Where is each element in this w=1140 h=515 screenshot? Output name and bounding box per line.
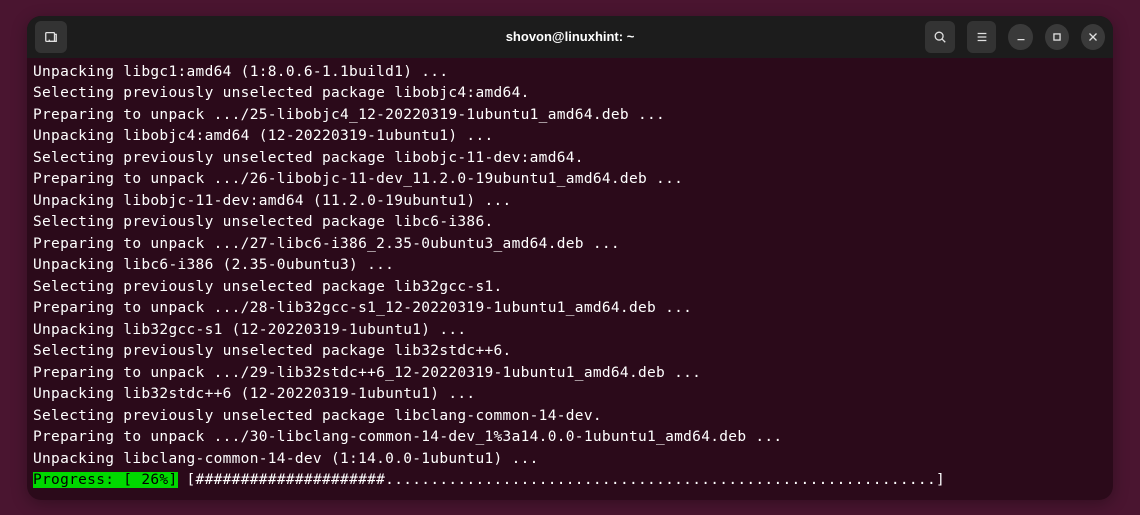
- terminal-line: Preparing to unpack .../26-libobjc-11-de…: [33, 169, 1107, 191]
- terminal-line: Preparing to unpack .../27-libc6-i386_2.…: [33, 234, 1107, 256]
- titlebar: shovon@linuxhint: ~: [27, 16, 1113, 58]
- terminal-line: Preparing to unpack .../29-lib32stdc++6_…: [33, 363, 1107, 385]
- new-tab-icon: [44, 30, 58, 44]
- progress-label: Progress:: [33, 472, 114, 488]
- terminal-line: Selecting previously unselected package …: [33, 148, 1107, 170]
- terminal-window: shovon@linuxhint: ~: [27, 16, 1113, 500]
- terminal-line: Selecting previously unselected package …: [33, 212, 1107, 234]
- terminal-line: Unpacking lib32gcc-s1 (12-20220319-1ubun…: [33, 320, 1107, 342]
- progress-percent: [ 26%]: [114, 472, 177, 488]
- terminal-line: Unpacking libgc1:amd64 (1:8.0.6-1.1build…: [33, 62, 1107, 84]
- close-button[interactable]: [1081, 24, 1105, 50]
- maximize-icon: [1050, 30, 1064, 44]
- terminal-line: Preparing to unpack .../25-libobjc4_12-2…: [33, 105, 1107, 127]
- terminal-line: Selecting previously unselected package …: [33, 83, 1107, 105]
- new-tab-button[interactable]: [35, 21, 67, 53]
- menu-button[interactable]: [967, 21, 997, 53]
- window-title: shovon@linuxhint: ~: [506, 29, 635, 44]
- terminal-line: Selecting previously unselected package …: [33, 406, 1107, 428]
- search-icon: [933, 30, 947, 44]
- terminal-line: Unpacking libobjc4:amd64 (12-20220319-1u…: [33, 126, 1107, 148]
- terminal-line: Preparing to unpack .../30-libclang-comm…: [33, 427, 1107, 449]
- terminal-line: Unpacking libc6-i386 (2.35-0ubuntu3) ...: [33, 255, 1107, 277]
- terminal-body[interactable]: Unpacking libgc1:amd64 (1:8.0.6-1.1build…: [27, 58, 1113, 500]
- hamburger-icon: [975, 30, 989, 44]
- terminal-line: Unpacking libclang-common-14-dev (1:14.0…: [33, 449, 1107, 471]
- close-icon: [1086, 30, 1100, 44]
- progress-bar: [#####################..................…: [178, 472, 955, 488]
- terminal-line: Selecting previously unselected package …: [33, 341, 1107, 363]
- terminal-output: Unpacking libgc1:amd64 (1:8.0.6-1.1build…: [33, 62, 1107, 471]
- terminal-line: Preparing to unpack .../28-lib32gcc-s1_1…: [33, 298, 1107, 320]
- progress-line: Progress: [ 26%] [#####################.…: [33, 470, 1107, 492]
- terminal-line: Selecting previously unselected package …: [33, 277, 1107, 299]
- search-button[interactable]: [925, 21, 955, 53]
- minimize-button[interactable]: [1008, 24, 1032, 50]
- maximize-button[interactable]: [1045, 24, 1069, 50]
- minimize-icon: [1014, 30, 1028, 44]
- terminal-line: Unpacking lib32stdc++6 (12-20220319-1ubu…: [33, 384, 1107, 406]
- terminal-line: Unpacking libobjc-11-dev:amd64 (11.2.0-1…: [33, 191, 1107, 213]
